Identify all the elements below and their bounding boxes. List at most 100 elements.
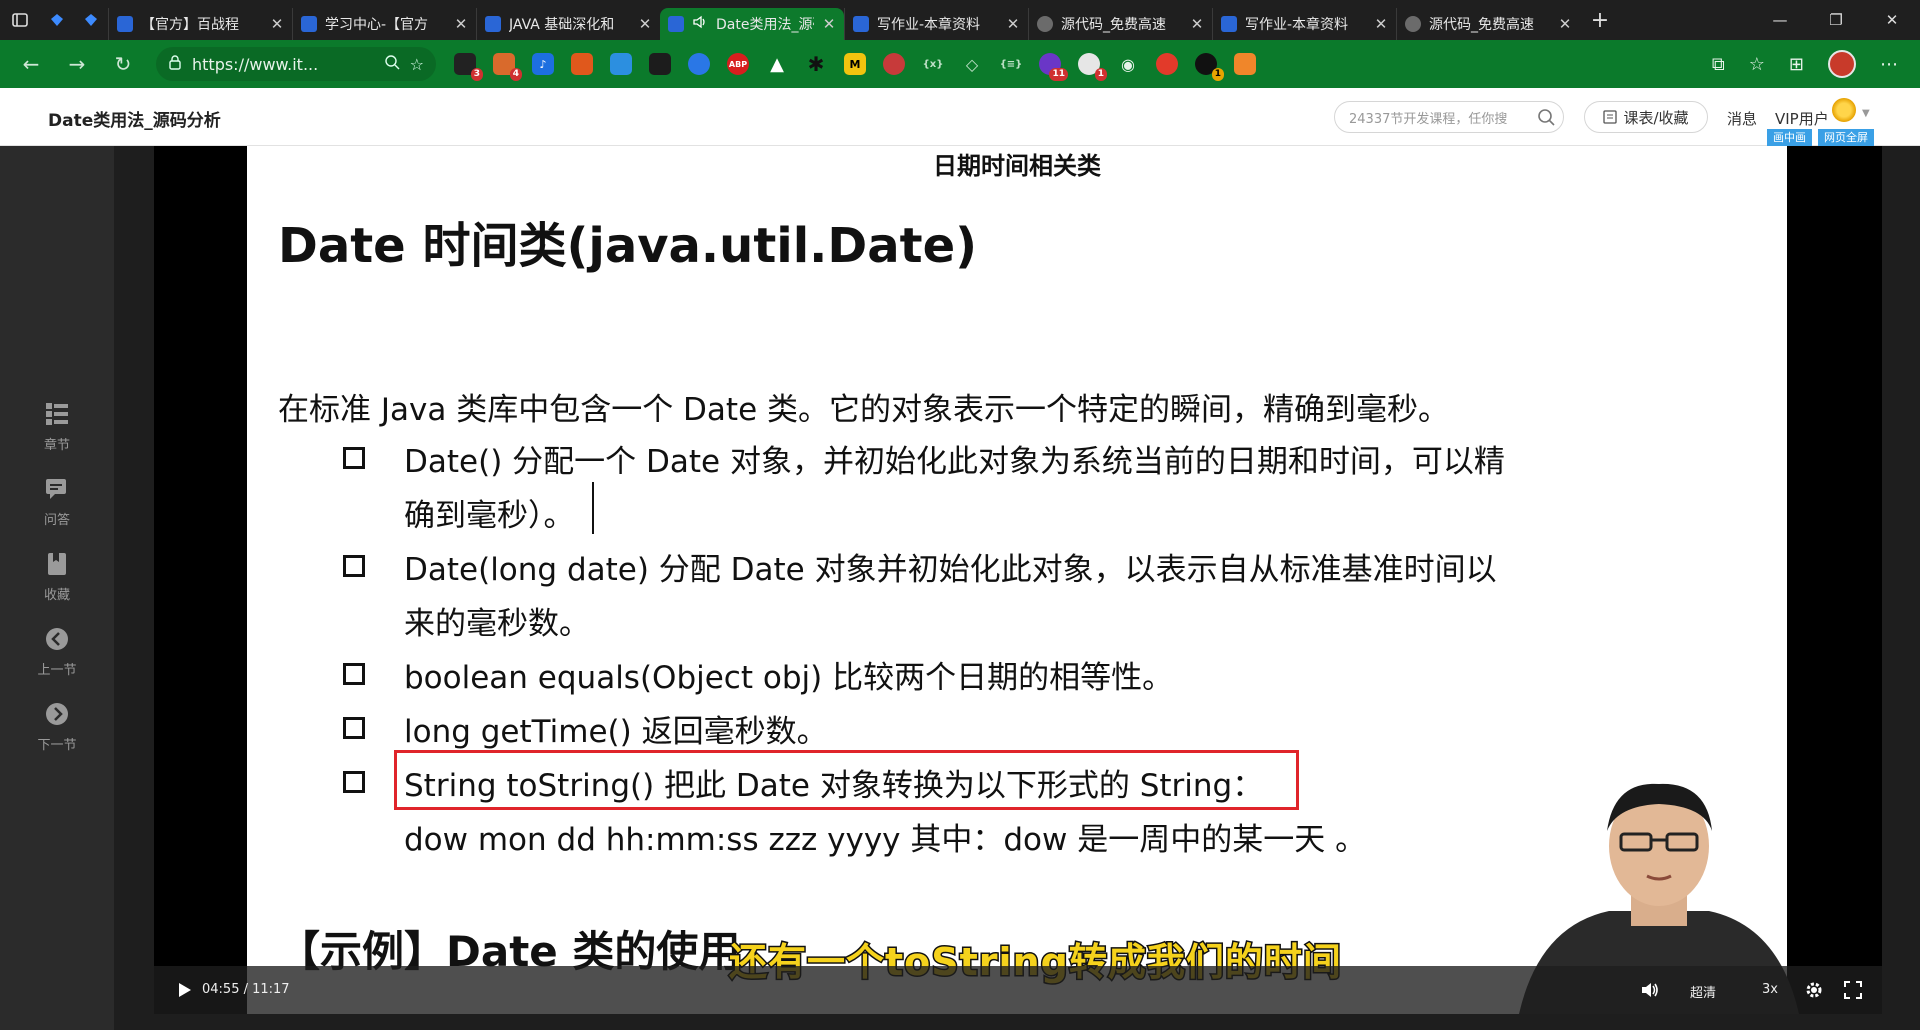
reload-button[interactable]: ↻ [102, 46, 144, 82]
sidebar-item-chapters[interactable]: 章节 [0, 400, 114, 453]
extensions-puzzle-icon[interactable]: ⧉ [1712, 54, 1725, 75]
site-header: Date类用法_源码分析 24337节开发课程，任你搜 课表/收藏 消息 VIP… [0, 88, 1920, 146]
messages-link[interactable]: 消息 [1727, 108, 1757, 129]
close-tab-icon[interactable]: ✕ [1374, 15, 1388, 33]
browser-tab[interactable]: 源代码_免费高速 ✕ [1396, 8, 1580, 40]
new-tab-button[interactable]: + [1580, 8, 1620, 33]
extension-icon[interactable]: ◇ [961, 53, 983, 75]
bookmark-icon [48, 553, 66, 575]
extension-icon[interactable]: {≡} [1000, 53, 1023, 75]
play-icon[interactable] [174, 980, 194, 1000]
sidebar-item-qa[interactable]: 问答 [0, 475, 114, 528]
web-fullscreen-button[interactable]: 网页全屏 [1818, 129, 1874, 146]
mountain-icon[interactable]: ▲ [766, 53, 788, 75]
extension-icon[interactable]: {x} [922, 53, 944, 75]
forward-button[interactable]: → [56, 46, 98, 82]
profile-avatar[interactable] [1828, 50, 1856, 78]
sidebar-item-previous[interactable]: 上一节 [0, 625, 114, 678]
extension-badge: 1 [1094, 68, 1107, 81]
chevron-down-icon[interactable]: ▼ [1862, 108, 1870, 119]
browser-tab-active[interactable]: Date类用法_源码 ✕ [660, 8, 844, 40]
settings-gear-icon[interactable] [1804, 980, 1824, 1000]
course-sidebar: 章节 问答 收藏 上一节 下一节 [0, 146, 114, 1030]
close-tab-icon[interactable]: ✕ [1558, 15, 1572, 33]
speaker-icon[interactable] [692, 14, 708, 34]
extension-bar: 3 4 ♪ ABP ▲ ✱ M {x} ◇ {≡} 11 1 ◉ 1 [454, 52, 1256, 81]
browser-tab[interactable]: 学习中心-【官方 ✕ [292, 8, 476, 40]
bullet-text: Date(long date) 分配 Date 对象并初始化此对象，以表示自从标… [404, 552, 1497, 588]
favorite-star-icon[interactable]: ☆ [410, 55, 424, 74]
browser-tab[interactable]: 源代码_免费高速 ✕ [1028, 8, 1212, 40]
sidebar-item-bookmark[interactable]: 收藏 [0, 550, 114, 603]
extension-icon[interactable]: 3 [454, 53, 483, 81]
qa-icon [46, 479, 66, 499]
sidebar-item-next[interactable]: 下一节 [0, 700, 114, 753]
quality-selector[interactable]: 超清 [1690, 982, 1716, 1001]
vip-user-link[interactable]: VIP用户 [1775, 108, 1829, 129]
toolbar-right: ⧉ ☆ ⊞ ⋯ [1712, 50, 1920, 78]
tab-title: 写作业-本章资料 [877, 17, 981, 33]
pinned-tab-diamond-icon[interactable] [40, 0, 74, 40]
pinned-tab-diamond-icon[interactable] [74, 0, 108, 40]
extension-icon[interactable]: 4 [493, 53, 522, 81]
volume-icon[interactable] [1640, 980, 1660, 1000]
browser-tab[interactable]: 写作业-本章资料 ✕ [844, 8, 1028, 40]
course-search-input[interactable]: 24337节开发课程，任你搜 [1334, 101, 1564, 133]
extension-icon[interactable]: ♪ [532, 53, 554, 75]
tab-actions-icon[interactable] [0, 0, 40, 40]
restore-icon[interactable]: ❐ [1808, 0, 1864, 40]
camera-icon[interactable]: ◉ [1117, 53, 1139, 75]
zoom-icon[interactable] [384, 54, 400, 74]
browser-tab[interactable]: JAVA 基础深化和 ✕ [476, 8, 660, 40]
extension-icon[interactable] [1156, 53, 1178, 75]
extension-icon[interactable] [649, 53, 671, 75]
bullet-text: 确到毫秒）。 [404, 498, 575, 534]
minimize-icon[interactable]: — [1752, 0, 1808, 40]
speed-selector[interactable]: 3x [1762, 982, 1778, 997]
tab-title: JAVA 基础深化和 [509, 17, 615, 33]
extension-icon[interactable]: M [844, 53, 866, 75]
browser-tab-strip: 【官方】百战程 ✕ 学习中心-【官方 ✕ JAVA 基础深化和 ✕ Date类用… [0, 0, 1920, 40]
chapters-icon [46, 403, 68, 425]
fullscreen-icon[interactable] [1843, 980, 1863, 1000]
doc-icon [1221, 16, 1237, 32]
bullet-text: 来的毫秒数。 [404, 606, 590, 642]
extension-icon[interactable] [883, 53, 905, 75]
bullet-text: boolean equals(Object obj) 比较两个日期的相等性。 [404, 660, 1174, 696]
favorites-icon[interactable]: ☆ [1749, 54, 1765, 75]
course-schedule-button[interactable]: 课表/收藏 [1584, 101, 1708, 133]
extension-icon[interactable] [571, 53, 593, 75]
close-tab-icon[interactable]: ✕ [1006, 15, 1020, 33]
metamask-fox-icon[interactable] [1234, 53, 1256, 75]
extension-badge: 1 [1211, 68, 1224, 81]
asterisk-icon[interactable]: ✱ [805, 52, 827, 76]
close-tab-icon[interactable]: ✕ [638, 15, 652, 33]
search-icon[interactable] [1537, 108, 1555, 126]
close-tab-icon[interactable]: ✕ [454, 15, 468, 33]
close-window-icon[interactable]: ✕ [1864, 0, 1920, 40]
browser-tab[interactable]: 写作业-本章资料 ✕ [1212, 8, 1396, 40]
bullet-checkbox-icon [343, 447, 365, 469]
slide-title: Date 时间类(java.util.Date) [278, 218, 978, 274]
collections-icon[interactable]: ⊞ [1789, 54, 1804, 75]
close-tab-icon[interactable]: ✕ [822, 15, 836, 33]
sidebar-item-label: 问答 [43, 513, 70, 528]
video-player[interactable]: 日期时间相关类 Date 时间类(java.util.Date) 在标准 Jav… [154, 146, 1882, 1014]
doc-icon [485, 16, 501, 32]
extension-icon[interactable] [610, 53, 632, 75]
more-menu-icon[interactable]: ⋯ [1880, 54, 1898, 75]
doc-icon [853, 16, 869, 32]
extension-icon[interactable]: 11 [1039, 53, 1068, 81]
close-tab-icon[interactable]: ✕ [270, 15, 284, 33]
extension-icon[interactable] [688, 53, 710, 75]
address-bar[interactable]: https://www.it... ☆ [156, 47, 436, 81]
browser-tab[interactable]: 【官方】百战程 ✕ [108, 8, 292, 40]
extension-icon[interactable]: 1 [1195, 53, 1224, 81]
back-button[interactable]: ← [10, 46, 52, 82]
picture-in-picture-button[interactable]: 画中画 [1767, 129, 1812, 146]
adblock-icon[interactable]: ABP [727, 53, 749, 75]
extension-icon[interactable]: 1 [1078, 53, 1107, 81]
close-tab-icon[interactable]: ✕ [1190, 15, 1204, 33]
page-title: Date类用法_源码分析 [48, 111, 221, 131]
next-icon [46, 703, 68, 725]
